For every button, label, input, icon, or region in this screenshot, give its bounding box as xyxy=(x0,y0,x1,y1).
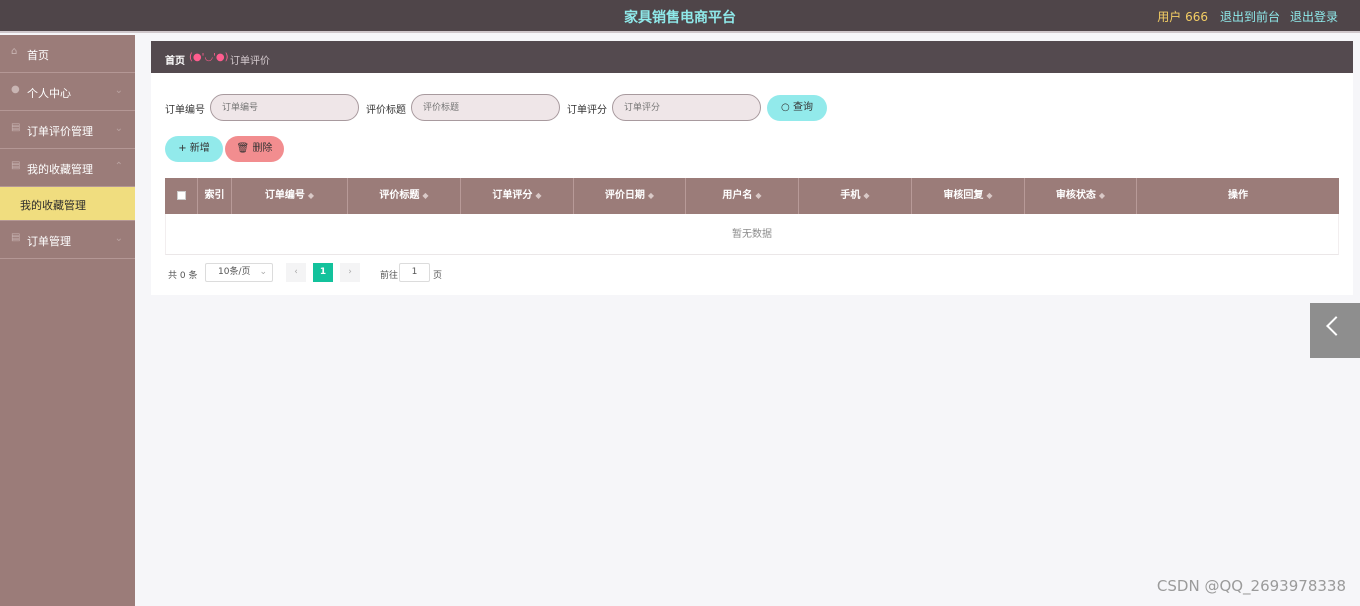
sidebar-item-label: 我的收藏管理 xyxy=(20,199,86,212)
sidebar-item-label: 我的收藏管理 xyxy=(27,163,93,176)
sidebar-item-home[interactable]: ⌂ 首页 xyxy=(0,35,135,73)
sidebar-item-label: 订单评价管理 xyxy=(27,125,93,138)
chevron-down-icon: ⌄ xyxy=(259,267,267,277)
sort-icon: ◆ xyxy=(647,191,655,200)
sort-icon: ◆ xyxy=(1098,191,1106,200)
query-button[interactable]: ○ 查询 xyxy=(767,95,827,121)
sidebar-item-personal-center[interactable]: ● 个人中心 ⌄ xyxy=(0,73,135,111)
sidebar-item-favorites[interactable]: ▤ 我的收藏管理 ⌃ xyxy=(0,149,135,187)
goto-label: 前往 xyxy=(380,271,399,281)
page-size-value: 10条/页 xyxy=(218,267,251,277)
side-panel-toggle[interactable] xyxy=(1310,303,1360,358)
sidebar-item-label: 首页 xyxy=(27,49,49,62)
main-content: 首页 (●'◡'●) 订单评价 订单编号 评价标题 订单评分 ○ 查询 + 新增… xyxy=(151,41,1353,295)
chevron-left-icon xyxy=(1326,316,1346,336)
home-icon: ⌂ xyxy=(11,46,18,57)
pagination-total: 共 0 条 xyxy=(168,271,198,281)
next-page-button[interactable]: › xyxy=(340,263,360,282)
page-button-current[interactable]: 1 xyxy=(313,263,333,282)
sidebar: ⌂ 首页 ● 个人中心 ⌄ ▤ 订单评价管理 ⌄ ▤ 我的收藏管理 ⌃ 我的收藏… xyxy=(0,35,135,606)
order-no-label: 订单编号 xyxy=(165,105,205,116)
column-header-review-status[interactable]: 审核状态 ◆ xyxy=(1025,178,1137,214)
plus-icon: + xyxy=(178,143,187,154)
sidebar-item-orders[interactable]: ▤ 订单管理 ⌄ xyxy=(0,221,135,259)
chevron-up-icon: ⌃ xyxy=(114,161,123,172)
list-icon: ▤ xyxy=(11,122,21,133)
table-empty-row: 暂无数据 xyxy=(165,214,1339,255)
column-header-order-score[interactable]: 订单评分 ◆ xyxy=(461,178,574,214)
column-header-username[interactable]: 用户名 ◆ xyxy=(686,178,799,214)
column-header-review-reply[interactable]: 审核回复 ◆ xyxy=(912,178,1025,214)
chevron-down-icon: ⌄ xyxy=(114,233,123,244)
column-header-actions: 操作 xyxy=(1228,190,1248,201)
sidebar-item-order-review[interactable]: ▤ 订单评价管理 ⌄ xyxy=(0,111,135,149)
sidebar-item-label: 个人中心 xyxy=(27,87,71,100)
goto-page-input[interactable]: 1 xyxy=(399,263,430,282)
sidebar-subitem-favorites[interactable]: 我的收藏管理 xyxy=(0,187,135,221)
column-header-index: 索引 xyxy=(198,178,232,214)
review-title-input[interactable] xyxy=(411,94,560,121)
sidebar-item-label: 订单管理 xyxy=(27,235,71,248)
checkbox-icon xyxy=(176,191,186,200)
app-title: 家具销售电商平台 xyxy=(624,10,736,26)
page-size-select[interactable]: 10条/页 ⌄ xyxy=(205,263,273,282)
add-button-label: 新增 xyxy=(189,143,210,154)
select-all-checkbox[interactable] xyxy=(165,178,198,214)
breadcrumb: 首页 (●'◡'●) 订单评价 xyxy=(151,41,1353,73)
order-score-label: 订单评分 xyxy=(567,105,607,116)
user-icon: ● xyxy=(11,84,20,95)
top-bar: 家具销售电商平台 用户 666 退出到前台 退出登录 xyxy=(0,0,1360,33)
column-header-phone[interactable]: 手机 ◆ xyxy=(799,178,912,214)
breadcrumb-home[interactable]: 首页 xyxy=(165,52,185,67)
breadcrumb-separator: (●'◡'●) xyxy=(189,52,229,63)
current-user-label: 用户 666 xyxy=(1157,10,1208,24)
chevron-down-icon: ⌄ xyxy=(114,123,123,134)
search-icon: ○ xyxy=(781,102,790,113)
sort-icon: ◆ xyxy=(863,191,870,200)
list-icon: ▤ xyxy=(11,160,21,171)
prev-page-button[interactable]: ‹ xyxy=(286,263,306,282)
table-header: 索引 订单编号 ◆ 评价标题 ◆ 订单评分 ◆ 评价日期 ◆ 用户名 ◆ 手机 ◆ 审核回复… xyxy=(165,178,1339,214)
logout-link[interactable]: 退出登录 xyxy=(1290,8,1338,25)
sort-icon: ◆ xyxy=(755,191,762,200)
order-score-input[interactable] xyxy=(612,94,761,121)
sort-icon: ◆ xyxy=(986,191,993,200)
breadcrumb-current: 订单评价 xyxy=(230,56,270,67)
back-to-front-link[interactable]: 退出到前台 xyxy=(1220,8,1280,25)
sort-icon: ◆ xyxy=(535,191,542,200)
chevron-down-icon: ⌄ xyxy=(114,85,123,96)
goto-unit: 页 xyxy=(433,271,443,281)
delete-button-label: 删除 xyxy=(252,143,273,154)
column-header-review-date[interactable]: 评价日期 ◆ xyxy=(574,178,686,214)
watermark: CSDN @QQ_2693978338 xyxy=(1156,577,1346,595)
column-header-order-no[interactable]: 订单编号 ◆ xyxy=(232,178,348,214)
sort-icon: ◆ xyxy=(307,191,315,200)
chevron-right-icon: › xyxy=(348,267,352,277)
list-icon: ▤ xyxy=(11,232,21,243)
trash-icon: 🗑 xyxy=(236,143,250,154)
column-header-review-title[interactable]: 评价标题 ◆ xyxy=(348,178,461,214)
chevron-left-icon: ‹ xyxy=(294,267,298,277)
delete-button[interactable]: 🗑 删除 xyxy=(225,136,284,162)
order-no-input[interactable] xyxy=(210,94,359,121)
add-button[interactable]: + 新增 xyxy=(165,136,223,162)
review-title-label: 评价标题 xyxy=(366,105,406,116)
query-button-label: 查询 xyxy=(792,102,813,113)
sort-icon: ◆ xyxy=(422,191,429,200)
